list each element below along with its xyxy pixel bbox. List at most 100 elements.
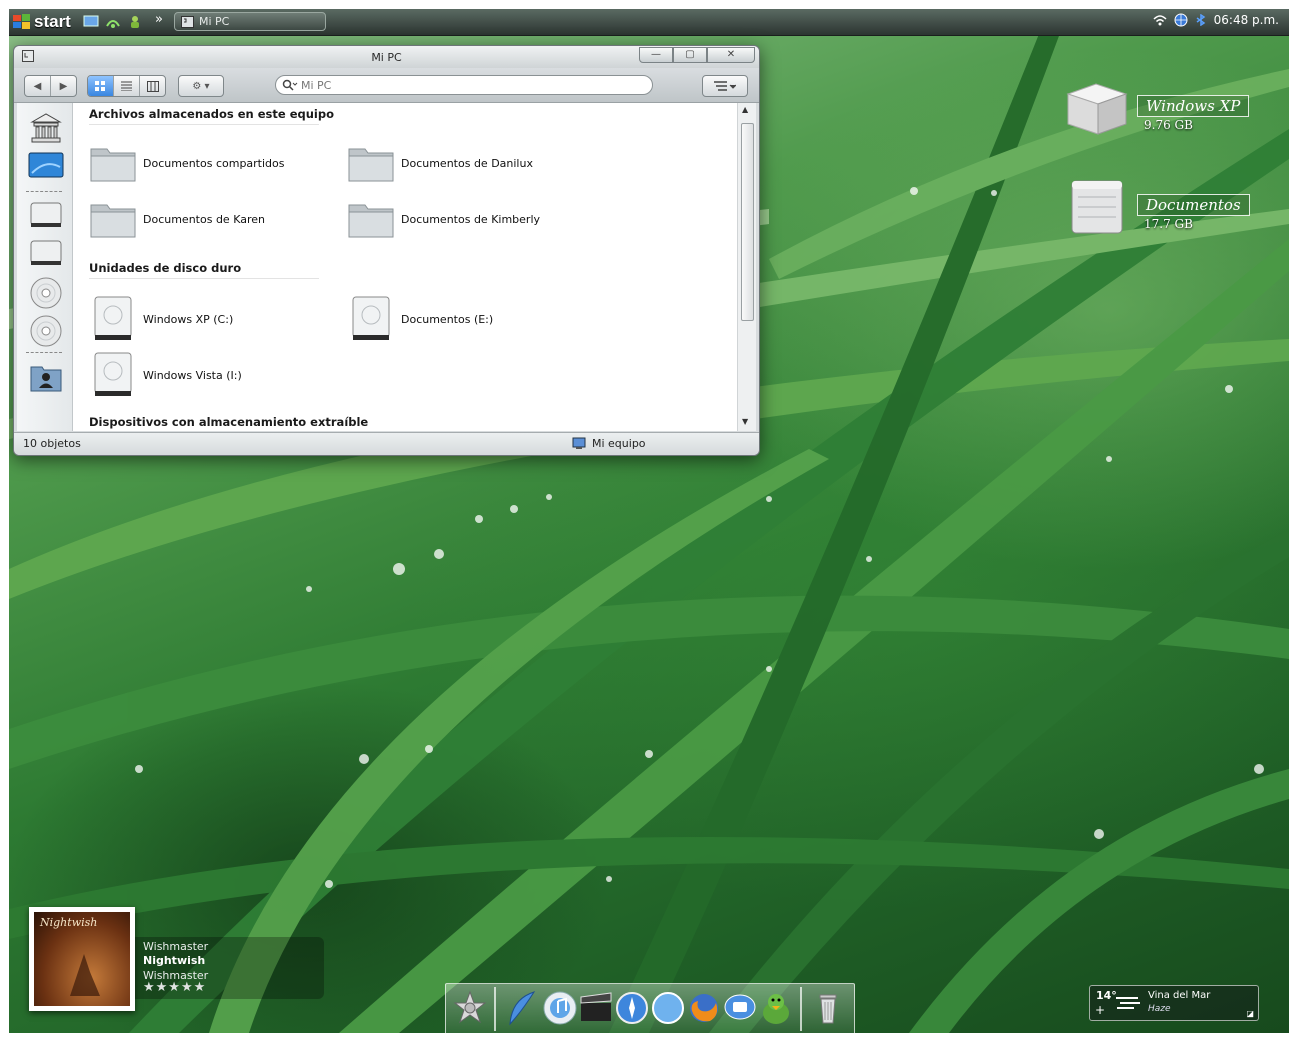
dock-item-feather[interactable] <box>504 989 540 1027</box>
weather-city: Vina del Mar <box>1148 990 1211 1001</box>
close-button[interactable]: ✕ <box>707 47 755 63</box>
drive-item[interactable]: Documentos (E:) <box>347 296 494 341</box>
minimize-button[interactable]: — <box>639 47 673 63</box>
dock-item-firefox[interactable] <box>686 989 722 1027</box>
vertical-scrollbar[interactable]: ▲ ▼ <box>737 103 756 431</box>
duck-icon <box>763 994 789 1024</box>
windows-logo-icon <box>13 14 30 29</box>
finder-icon <box>181 15 194 28</box>
folder-icon <box>348 204 394 238</box>
forward-button[interactable]: ▶ <box>51 76 76 96</box>
scroll-up-icon[interactable]: ▲ <box>742 105 748 114</box>
hard-drive-icon <box>94 296 132 340</box>
now-playing-widget: Nightwish Wishmaster Nightwish Wishmaste… <box>29 907 329 1013</box>
bluetooth-icon[interactable] <box>1195 14 1207 26</box>
weather-expand-icon[interactable]: ◪ <box>1246 1009 1254 1018</box>
action-menu-button[interactable]: ⚙ ▾ <box>179 76 223 96</box>
drive-item[interactable]: Windows XP (C:) <box>89 296 234 341</box>
file-list: Archivos almacenados en este equipo Docu… <box>73 103 737 431</box>
desktop[interactable]: start » Mi PC 06:48 p.m. Mi PC — ▢ ✕ ◀ ▶… <box>9 9 1289 1033</box>
taskbar: start » Mi PC 06:48 p.m. <box>9 9 1289 36</box>
clock[interactable]: 06:48 p.m. <box>1214 13 1279 27</box>
desktop-icon[interactable] <box>28 147 64 183</box>
computer-icon <box>572 437 586 449</box>
chat-bubble-icon <box>724 994 756 1020</box>
dock-item-adium[interactable] <box>758 989 794 1027</box>
computer-temple-icon[interactable] <box>28 110 64 146</box>
wifi-icon[interactable] <box>1153 14 1167 26</box>
desktop-drive-windows-xp[interactable]: Windows XP 9.76 GB <box>1062 78 1262 138</box>
column-view-button[interactable] <box>140 76 165 96</box>
folder-item[interactable]: Documentos de Danilux <box>347 141 533 185</box>
search-icon <box>282 79 298 91</box>
hard-drive-icon[interactable] <box>28 197 64 233</box>
weather-widget[interactable]: 14° + Vina del Mar Haze ◪ <box>1089 985 1259 1021</box>
user-folder-icon[interactable] <box>28 359 64 395</box>
track-artist: Nightwish <box>143 954 206 967</box>
more-chevron-icon[interactable]: » <box>155 12 163 27</box>
sidebar-separator <box>26 191 62 192</box>
hard-drive-icon[interactable] <box>28 235 64 271</box>
dock-item-itunes[interactable] <box>542 989 578 1027</box>
maximize-button[interactable]: ▢ <box>673 47 707 63</box>
clapperboard-icon <box>580 992 612 1021</box>
hard-drive-icon <box>94 352 132 396</box>
folder-label: Documentos de Danilux <box>401 156 533 170</box>
taskbar-window-label: Mi PC <box>199 15 230 28</box>
folder-item[interactable]: Documentos compartidos <box>89 141 285 185</box>
album-art: Nightwish <box>34 912 130 1006</box>
album-cover[interactable]: Nightwish <box>29 907 135 1011</box>
folder-icon <box>348 148 394 182</box>
drive-label: Documentos (E:) <box>401 312 494 326</box>
drive-label: Windows XP (C:) <box>143 312 234 326</box>
folder-item[interactable]: Documentos de Karen <box>89 197 265 241</box>
maximize-icon: ▢ <box>685 49 695 60</box>
show-desktop-icon[interactable] <box>83 14 99 28</box>
drive-item[interactable]: Windows Vista (I:) <box>89 352 242 397</box>
section-divider <box>89 124 319 125</box>
cd-drive-icon[interactable] <box>28 275 64 311</box>
section-title: Unidades de disco duro <box>89 261 242 275</box>
list-view-button[interactable] <box>114 76 140 96</box>
arrange-menu-button[interactable] <box>703 76 747 96</box>
desktop-drive-label: Windows XP <box>1137 95 1250 117</box>
box-icon <box>1066 83 1128 135</box>
dock-item-trash[interactable] <box>810 989 846 1027</box>
dvd-drive-icon[interactable] <box>28 313 64 349</box>
window-titlebar[interactable]: Mi PC — ▢ ✕ <box>14 46 759 68</box>
weather-add-icon[interactable]: + <box>1095 1003 1105 1017</box>
scrollbar-thumb[interactable] <box>741 123 754 321</box>
icon-view-button[interactable] <box>88 76 114 96</box>
folder-item[interactable]: Documentos de Kimberly <box>347 197 540 241</box>
dock-separator <box>494 987 496 1031</box>
dock <box>445 983 855 1033</box>
list-view-icon <box>121 81 132 91</box>
album-figure-icon <box>70 954 100 996</box>
dock-separator <box>800 987 802 1031</box>
desktop-drive-size: 17.7 GB <box>1144 217 1193 231</box>
weather-condition: Haze <box>1148 1004 1171 1014</box>
network-icon[interactable] <box>105 14 121 28</box>
globe-icon[interactable] <box>1174 13 1188 27</box>
dock-item-globe[interactable] <box>614 989 650 1027</box>
start-button[interactable]: start <box>13 11 71 33</box>
folder-label: Documentos de Karen <box>143 212 265 226</box>
track-title: Wishmaster <box>143 940 209 953</box>
dock-item-safari[interactable] <box>650 989 686 1027</box>
status-bar: 10 objetos Mi equipo <box>14 432 759 455</box>
scroll-down-icon[interactable]: ▼ <box>742 417 748 426</box>
action-menu: ⚙ ▾ <box>178 75 224 97</box>
hard-drive-icon <box>352 296 390 340</box>
search-input[interactable] <box>301 78 631 92</box>
desktop-drive-documentos[interactable]: Documentos 17.7 GB <box>1062 177 1262 237</box>
dock-item-video[interactable] <box>578 989 614 1027</box>
dock-item-sheriff[interactable] <box>452 989 488 1027</box>
column-view-icon <box>146 80 159 92</box>
taskbar-window-button[interactable]: Mi PC <box>174 12 326 31</box>
user-icon[interactable] <box>127 14 143 28</box>
dock-item-messenger[interactable] <box>722 989 758 1027</box>
back-button[interactable]: ◀ <box>25 76 51 96</box>
search-field[interactable] <box>275 75 653 95</box>
section-title: Dispositivos con almacenamiento extraíbl… <box>89 415 369 429</box>
rating-stars[interactable]: ★★★★★ <box>143 980 206 995</box>
